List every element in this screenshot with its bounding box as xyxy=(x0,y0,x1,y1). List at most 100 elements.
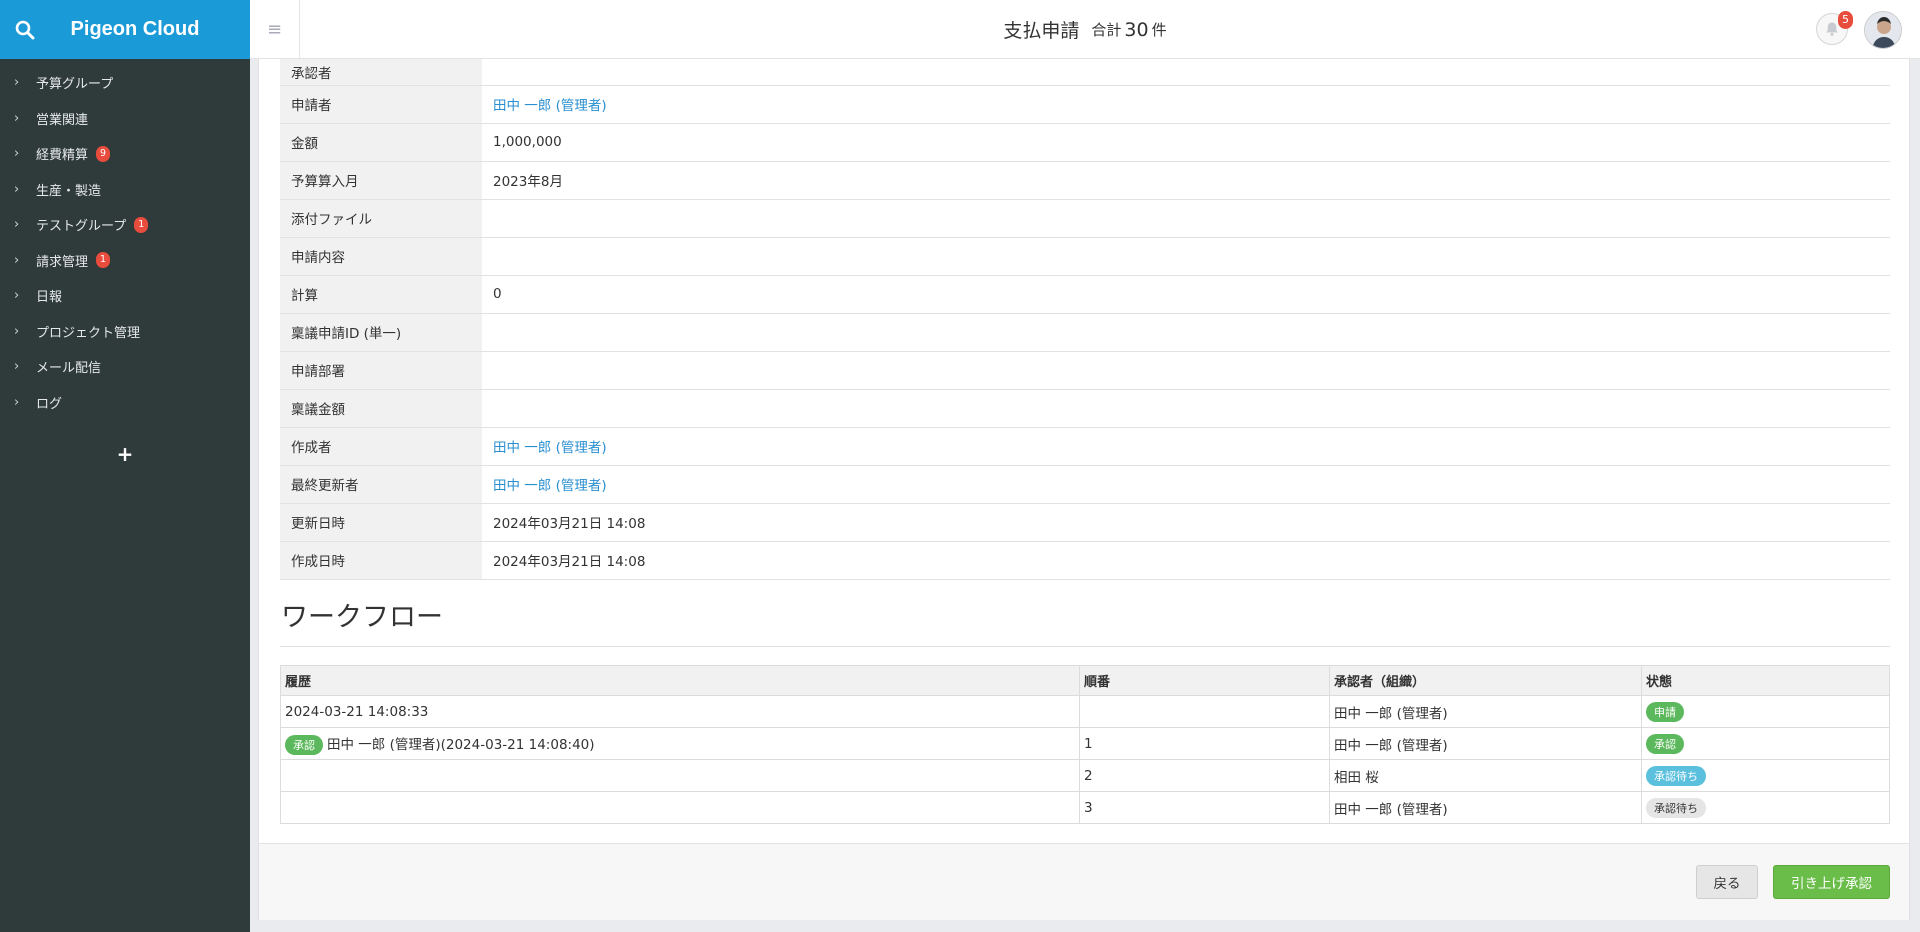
field-label: 計算 xyxy=(280,275,482,314)
sidebar: Pigeon Cloud › 予算グループ › 営業関連 › 経費精算 9 › 生産・製造 › テス… xyxy=(0,0,250,932)
user-link[interactable]: 田中 一郎 (管理者) xyxy=(493,98,607,114)
field-value xyxy=(482,313,1890,352)
field-label: 最終更新者 xyxy=(280,465,482,504)
sidebar-item-label: プロジェクト管理 xyxy=(36,325,141,341)
field-label: 作成日時 xyxy=(280,541,482,580)
detail-row: 計算 0 xyxy=(280,275,1890,314)
sidebar-item[interactable]: › テストグループ 1 xyxy=(0,207,250,243)
field-value xyxy=(482,389,1890,428)
search-icon[interactable] xyxy=(0,20,50,40)
sidebar-item[interactable]: › 予算グループ xyxy=(0,65,250,101)
history-text: 田中 一郎 (管理者)(2024-03-21 14:08:40) xyxy=(327,736,595,753)
field-label: 予算算入月 xyxy=(280,161,482,200)
sidebar-nav: › 予算グループ › 営業関連 › 経費精算 9 › 生産・製造 › テストグループ 1 › 請求管理 1 ›… xyxy=(0,59,250,420)
col-status: 状態 xyxy=(1641,665,1890,696)
sidebar-item[interactable]: › 営業関連 xyxy=(0,101,250,137)
chevron-right-icon: › xyxy=(14,252,20,268)
detail-row: 最終更新者 田中 一郎 (管理者) xyxy=(280,465,1890,504)
chevron-right-icon: › xyxy=(14,288,20,304)
order-cell: 2 xyxy=(1079,759,1330,792)
detail-row: 予算算入月 2023年8月 xyxy=(280,161,1890,200)
brand-title[interactable]: Pigeon Cloud xyxy=(50,18,250,41)
chevron-right-icon: › xyxy=(14,110,20,126)
field-value-text: 2024年03月21日 14:08 xyxy=(493,554,646,570)
detail-row: 作成日時 2024年03月21日 14:08 xyxy=(280,541,1890,580)
field-label: 稟議金額 xyxy=(280,389,482,428)
sidebar-item[interactable]: › 請求管理 1 xyxy=(0,243,250,279)
user-avatar[interactable] xyxy=(1864,11,1902,49)
history-text: 2024-03-21 14:08:33 xyxy=(285,703,429,720)
sidebar-item-badge: 1 xyxy=(134,216,149,233)
field-value: 0 xyxy=(482,275,1890,314)
workflow-row: 2024-03-21 14:08:33 田中 一郎 (管理者) 申請 xyxy=(280,695,1890,728)
add-group-button[interactable]: + xyxy=(0,442,250,466)
content-panel: 承認者 申請者 田中 一郎 (管理者) 金額 1,000,000 予算算入月 2023年8月… xyxy=(258,59,1910,920)
field-value: 田中 一郎 (管理者) xyxy=(482,427,1890,466)
detail-row: 稟議金額 xyxy=(280,389,1890,428)
field-value xyxy=(482,237,1890,276)
sidebar-item[interactable]: › 生産・製造 xyxy=(0,172,250,208)
field-label: 添付ファイル xyxy=(280,199,482,238)
sidebar-item-label: 生産・製造 xyxy=(36,183,102,199)
col-order: 順番 xyxy=(1079,665,1330,696)
detail-row: 申請内容 xyxy=(280,237,1890,276)
field-label: 申請部署 xyxy=(280,351,482,390)
sidebar-item-label: 営業関連 xyxy=(36,112,89,128)
field-value: 2023年8月 xyxy=(482,161,1890,200)
workflow-title: ワークフロー xyxy=(281,602,443,633)
field-value: 田中 一郎 (管理者) xyxy=(482,465,1890,504)
chevron-right-icon: › xyxy=(14,146,20,162)
field-value xyxy=(482,351,1890,390)
workflow-row: 3 田中 一郎 (管理者) 承認待ち xyxy=(280,791,1890,824)
history-cell xyxy=(280,759,1080,792)
detail-row: 申請者 田中 一郎 (管理者) xyxy=(280,85,1890,124)
field-label: 金額 xyxy=(280,123,482,162)
field-value xyxy=(482,59,1890,86)
field-label: 申請者 xyxy=(280,85,482,124)
withdraw-approval-button[interactable]: 引き上げ承認 xyxy=(1773,865,1890,899)
back-button[interactable]: 戻る xyxy=(1696,865,1758,899)
page-title: 支払申請 合計 30 件 xyxy=(250,0,1920,59)
chevron-right-icon: › xyxy=(14,217,20,233)
notification-count-badge: 5 xyxy=(1838,11,1853,29)
sidebar-item-label: 予算グループ xyxy=(36,77,114,93)
chevron-right-icon: › xyxy=(14,75,20,91)
status-badge: 申請 xyxy=(1646,701,1684,722)
total-prefix: 合計 xyxy=(1091,21,1122,39)
col-history: 履歴 xyxy=(280,665,1080,696)
sidebar-item[interactable]: › プロジェクト管理 xyxy=(0,314,250,350)
menu-toggle-icon[interactable]: ≡ xyxy=(250,0,300,59)
order-cell xyxy=(1079,695,1330,728)
detail-row: 添付ファイル xyxy=(280,199,1890,238)
sidebar-item[interactable]: › メール配信 xyxy=(0,349,250,385)
field-value: 1,000,000 xyxy=(482,123,1890,162)
field-value-text: 0 xyxy=(493,286,502,302)
sidebar-item-label: 日報 xyxy=(36,290,63,306)
field-value-text: 1,000,000 xyxy=(493,134,562,150)
status-cell: 承認待ち xyxy=(1641,759,1890,792)
workflow-row: 承認 田中 一郎 (管理者)(2024-03-21 14:08:40) 1 田中 一郎… xyxy=(280,727,1890,760)
sidebar-item[interactable]: › 日報 xyxy=(0,278,250,314)
user-link[interactable]: 田中 一郎 (管理者) xyxy=(493,440,607,456)
approver-cell: 田中 一郎 (管理者) xyxy=(1329,791,1642,824)
detail-row: 金額 1,000,000 xyxy=(280,123,1890,162)
sidebar-item[interactable]: › 経費精算 9 xyxy=(0,136,250,172)
chevron-right-icon: › xyxy=(14,359,20,375)
approver-cell: 相田 桜 xyxy=(1329,759,1642,792)
chevron-right-icon: › xyxy=(14,394,20,410)
chevron-right-icon: › xyxy=(14,181,20,197)
order-cell: 1 xyxy=(1079,727,1330,760)
sidebar-item-badge: 1 xyxy=(96,252,111,269)
record-detail-table: 承認者 申請者 田中 一郎 (管理者) 金額 1,000,000 予算算入月 2023年8月… xyxy=(280,59,1890,580)
user-link[interactable]: 田中 一郎 (管理者) xyxy=(493,478,607,494)
field-label: 更新日時 xyxy=(280,503,482,542)
page-title-text: 支払申請 xyxy=(1003,20,1080,42)
detail-row: 作成者 田中 一郎 (管理者) xyxy=(280,427,1890,466)
approver-cell: 田中 一郎 (管理者) xyxy=(1329,727,1642,760)
workflow-header-row: 履歴 順番 承認者（組織） 状態 xyxy=(280,665,1890,696)
status-cell: 承認待ち xyxy=(1641,791,1890,824)
approver-cell: 田中 一郎 (管理者) xyxy=(1329,695,1642,728)
sidebar-item-label: テストグループ xyxy=(36,219,127,235)
brand-bar: Pigeon Cloud xyxy=(0,0,250,59)
sidebar-item[interactable]: › ログ xyxy=(0,385,250,421)
